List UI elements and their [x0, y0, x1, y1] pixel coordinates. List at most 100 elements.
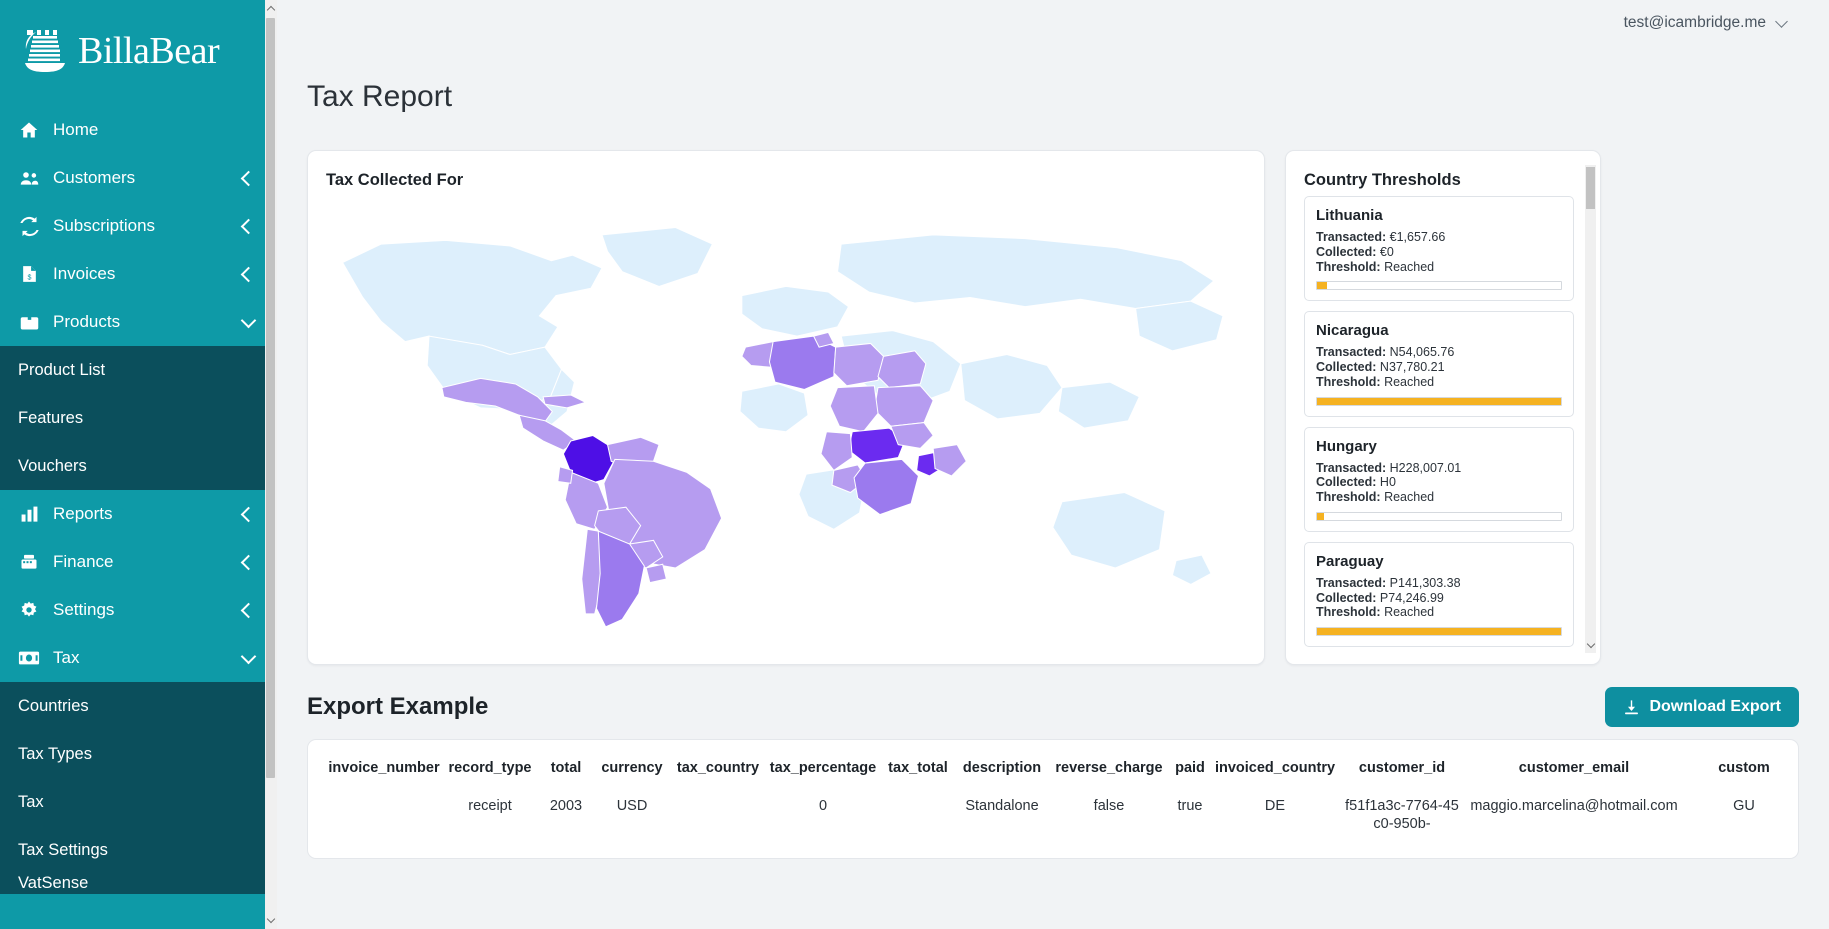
cell-paid: true [1177, 798, 1203, 815]
threshold-value: Reached [1384, 374, 1435, 389]
sidebar-item-invoices[interactable]: $ Invoices [0, 250, 277, 298]
threshold-collected: Collected: P74,246.99 [1316, 591, 1562, 606]
threshold-item[interactable]: Nicaragua Transacted: N54,065.76 Collect… [1304, 311, 1574, 417]
main-content: test@icambridge.me Tax Report Tax Collec… [277, 0, 1829, 929]
bar-chart-icon [18, 503, 40, 525]
scroll-down-icon[interactable] [267, 916, 275, 924]
country-thresholds-card: Country Thresholds Lithuania Transacted:… [1285, 150, 1601, 666]
threshold-transacted: Transacted: H228,007.01 [1316, 461, 1562, 476]
map-card-title: Tax Collected For [326, 171, 464, 190]
threshold-transacted: Transacted: P141,303.38 [1316, 576, 1562, 591]
threshold-status: Threshold: Reached [1316, 260, 1562, 275]
column-customer-id: customer_id [1358, 760, 1446, 777]
collected-label: Collected: [1316, 244, 1377, 259]
sidebar-item-customers[interactable]: Customers [0, 154, 277, 202]
column-tax-country: tax_country [676, 760, 760, 777]
column-paid: paid [1175, 760, 1205, 777]
app-root: BillaBear Home Customers Subscriptions $… [0, 0, 1829, 929]
sidebar: BillaBear Home Customers Subscriptions $… [0, 0, 277, 929]
thresholds-scrollbar[interactable] [1585, 165, 1596, 654]
export-title: Export Example [307, 693, 489, 721]
export-table: invoice_number record_type total currenc… [326, 754, 1798, 835]
collected-label: Collected: [1316, 360, 1377, 375]
sidebar-item-reports-label: Reports [53, 504, 113, 523]
sidebar-item-tax-types[interactable]: Tax Types [0, 730, 277, 778]
download-export-button[interactable]: Download Export [1605, 687, 1799, 728]
topbar: test@icambridge.me [277, 0, 1829, 46]
sidebar-item-customers-label: Customers [53, 168, 136, 187]
user-menu[interactable]: test@icambridge.me [1624, 14, 1789, 32]
download-icon [1623, 699, 1640, 716]
chevron-left-icon [241, 603, 255, 617]
brand[interactable]: BillaBear [0, 0, 277, 106]
threshold-country: Hungary [1316, 437, 1377, 455]
transacted-label: Transacted: [1316, 230, 1387, 245]
sidebar-item-countries[interactable]: Countries [0, 682, 277, 730]
brand-name: BillaBear [78, 30, 220, 72]
threshold-value: Reached [1384, 605, 1435, 620]
cell-customer-email: maggio.marcelina@hotmail.com [1470, 798, 1678, 815]
transacted-label: Transacted: [1316, 460, 1387, 475]
threshold-progress-bar [1316, 396, 1562, 406]
threshold-item[interactable]: Paraguay Transacted: P141,303.38 Collect… [1304, 541, 1574, 648]
sidebar-item-subscriptions[interactable]: Subscriptions [0, 202, 277, 250]
threshold-progress-fill [1317, 628, 1561, 636]
export-table-card: invoice_number record_type total currenc… [307, 739, 1799, 860]
sidebar-item-products[interactable]: Products [0, 298, 277, 346]
threshold-label: Threshold: [1316, 374, 1381, 389]
sidebar-item-reports[interactable]: Reports [0, 490, 277, 538]
chevron-left-icon [241, 267, 255, 281]
cell-tax-total [880, 796, 956, 835]
cell-customer-id: f51f1a3c-7764-45c0-950b- [1345, 798, 1459, 832]
column-reverse-charge: reverse_charge [1055, 760, 1163, 777]
invoice-icon: $ [18, 263, 40, 285]
scroll-up-icon[interactable] [267, 5, 275, 13]
world-map[interactable] [326, 196, 1246, 651]
money-icon [18, 647, 40, 669]
thresholds-list[interactable]: Lithuania Transacted: €1,657.66 Collecte… [1304, 196, 1586, 648]
threshold-label: Threshold: [1316, 605, 1381, 620]
chevron-left-icon [241, 555, 255, 569]
threshold-collected: Collected: €0 [1316, 245, 1562, 260]
sidebar-scrollbar[interactable] [265, 0, 277, 929]
threshold-item[interactable]: Hungary Transacted: H228,007.01 Collecte… [1304, 426, 1574, 532]
chevron-down-icon [241, 651, 255, 665]
sidebar-item-tax-settings[interactable]: Tax Settings [0, 826, 277, 874]
sidebar-item-tax-sub[interactable]: Tax [0, 778, 277, 826]
collected-value: H0 [1379, 475, 1396, 490]
sidebar-item-product-list[interactable]: Product List [0, 346, 277, 394]
table-row[interactable]: receipt 2003 USD 0 Standalone false true… [326, 796, 1798, 835]
transacted-value: €1,657.66 [1389, 230, 1446, 245]
sidebar-item-subscriptions-label: Subscriptions [53, 216, 156, 235]
sidebar-item-features[interactable]: Features [0, 394, 277, 442]
sidebar-item-vatsense[interactable]: VatSense [0, 874, 277, 894]
content-row: Tax Collected For Country Thresholds Lit… [277, 150, 1829, 666]
threshold-country: Nicaragua [1316, 322, 1389, 340]
tax-submenu: Countries Tax Types Tax Tax Settings Vat… [0, 682, 277, 894]
sidebar-item-settings[interactable]: Settings [0, 586, 277, 634]
sidebar-item-vouchers[interactable]: Vouchers [0, 442, 277, 490]
cell-invoiced-country: DE [1264, 798, 1286, 815]
column-tax-total: tax_total [888, 760, 948, 777]
box-icon [18, 311, 40, 333]
column-total: total [550, 760, 582, 777]
threshold-item[interactable]: Lithuania Transacted: €1,657.66 Collecte… [1304, 196, 1574, 302]
export-header: Export Example Download Export [277, 665, 1829, 739]
chevron-down-icon [1776, 17, 1789, 30]
collected-value: P74,246.99 [1379, 590, 1444, 605]
sidebar-item-finance[interactable]: Finance [0, 538, 277, 586]
scroll-down-icon[interactable] [1587, 641, 1595, 649]
cell-tax-country [670, 796, 766, 835]
threshold-country: Paraguay [1316, 552, 1384, 570]
sidebar-item-home[interactable]: Home [0, 106, 277, 154]
sidebar-scroll-thumb[interactable] [266, 18, 275, 778]
cell-tax-percentage: 0 [818, 798, 828, 815]
threshold-transacted: Transacted: €1,657.66 [1316, 230, 1562, 245]
sidebar-nav: Home Customers Subscriptions $ Invoices … [0, 106, 277, 894]
threshold-collected: Collected: H0 [1316, 475, 1562, 490]
users-icon [18, 167, 40, 189]
thresholds-scroll-thumb[interactable] [1586, 167, 1595, 210]
cell-invoice-number [326, 796, 442, 835]
sidebar-item-tax[interactable]: Tax [0, 634, 277, 682]
column-tax-percentage: tax_percentage [769, 760, 877, 777]
